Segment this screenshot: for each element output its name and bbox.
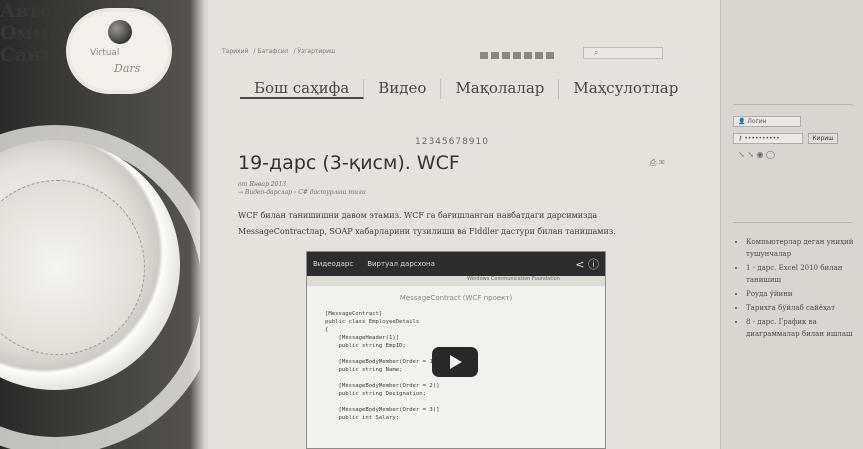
login-button[interactable]: Кириш: [808, 133, 838, 144]
left-decorative-column: Virtual Dars: [0, 0, 200, 449]
password-field[interactable]: ⚷ ••••••••••: [733, 133, 803, 144]
breadcrumb-item[interactable]: Тарихий: [222, 48, 248, 55]
print-email-icons[interactable]: ⎙ ✉: [650, 158, 664, 168]
login-placeholder: Логин: [747, 118, 767, 125]
theme-square[interactable]: [546, 52, 554, 59]
video-title[interactable]: Виртуал дарсхона: [367, 260, 435, 268]
popular-item[interactable]: Тарихга бўйлаб сайёҳат: [746, 302, 858, 314]
theme-square[interactable]: [491, 52, 499, 59]
article-intro: WCF билан танишишни давом этамиз. WCF га…: [238, 211, 616, 236]
video-top-left: Видеодарс: [313, 260, 354, 268]
right-sidebar: [720, 0, 863, 449]
popular-item[interactable]: Роуда ўйини: [746, 288, 858, 300]
main-nav: Бош саҳифа Видео Мақолалар Маҳсулотлар: [240, 79, 692, 99]
logo-text-virtual: Virtual: [90, 48, 120, 58]
theme-square[interactable]: [502, 52, 510, 59]
video-subtitle: Windows Communication Foundation: [307, 276, 605, 286]
video-player[interactable]: Видеодарс Виртуал дарсхона < ⓘ Windows C…: [306, 251, 606, 449]
user-icon: 👤: [738, 118, 746, 125]
divider: [733, 104, 853, 105]
theme-square[interactable]: [524, 52, 532, 59]
video-slide-heading: MessageContract (WCF проект): [399, 294, 513, 302]
search-input[interactable]: ⌕: [583, 47, 663, 59]
play-button-icon[interactable]: [432, 347, 478, 377]
nav-home[interactable]: Бош саҳифа: [240, 79, 365, 99]
site-logo[interactable]: Virtual Dars: [70, 12, 168, 90]
nav-articles[interactable]: Мақолалар: [441, 79, 560, 99]
article-category[interactable]: → Видео-дарслар › C# дастурлаш тили: [238, 189, 366, 196]
nav-video[interactable]: Видео: [364, 79, 442, 99]
color-theme-switcher[interactable]: [480, 52, 554, 59]
article-title[interactable]: 19-дарс (3-қисм). WCF: [238, 152, 460, 174]
popular-list: Компьютерлар деган униҳий тушунчалар 1 -…: [740, 236, 858, 342]
breadcrumb-item[interactable]: Батафсил: [257, 48, 288, 55]
password-value: ••••••••••: [744, 135, 780, 142]
logo-text-dars: Dars: [114, 62, 141, 75]
theme-square[interactable]: [535, 52, 543, 59]
popular-item[interactable]: 8 - дарс. График ва диаграммалар билан и…: [746, 316, 858, 340]
video-top-bar: Видеодарс Виртуал дарсхона < ⓘ: [307, 252, 605, 276]
key-icon: ⚷: [738, 135, 743, 142]
breadcrumb-item[interactable]: Ўзгартириш: [297, 48, 335, 55]
theme-square[interactable]: [513, 52, 521, 59]
nav-products[interactable]: Маҳсулотлар: [559, 79, 692, 99]
popular-item[interactable]: Компьютерлар деган униҳий тушунчалар: [746, 236, 858, 260]
login-field[interactable]: 👤 Логин: [733, 116, 801, 127]
divider: [733, 222, 853, 223]
pagination[interactable]: 12345678910: [415, 137, 489, 147]
popular-item[interactable]: 1 - дарс. Excel 2010 билан танишиш: [746, 262, 858, 286]
share-icon[interactable]: < ⓘ: [575, 256, 599, 272]
article-date: от Январ 2013: [238, 181, 287, 188]
page: Virtual Dars Тарихий / Батафсил / Ўзгартир…: [0, 0, 863, 449]
search-icon: ⌕: [594, 48, 599, 57]
logo-ball-icon: [108, 20, 132, 44]
theme-square[interactable]: [480, 52, 488, 59]
social-login-icons[interactable]: ↘ ↘ ◉ ◯: [738, 150, 775, 159]
